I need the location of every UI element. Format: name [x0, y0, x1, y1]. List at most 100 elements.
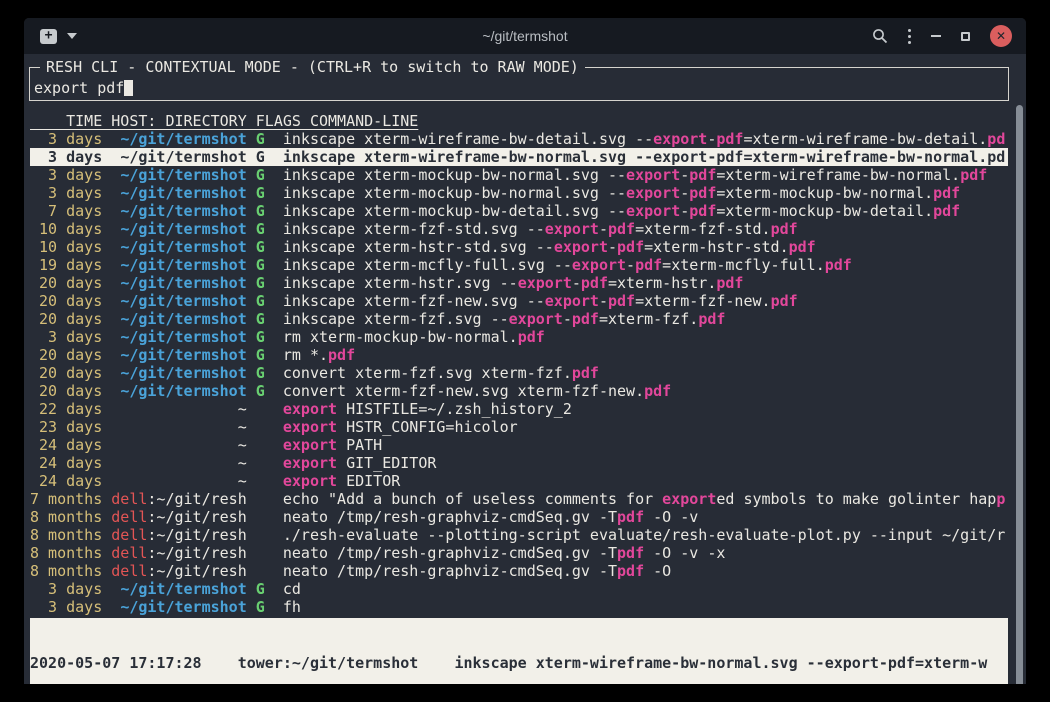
history-row[interactable]: 3 days ~/git/termshot G inkscape xterm-m…	[30, 166, 1008, 184]
row-time: 8 months	[30, 544, 102, 562]
history-row[interactable]: 24 days ~ export GIT_EDITOR	[30, 454, 1008, 472]
row-time: 24 days	[30, 454, 102, 472]
history-row[interactable]: 3 days ~/git/termshot G cd	[30, 580, 1008, 598]
row-command: inkscape xterm-wireframe-bw-detail.svg -…	[283, 130, 1005, 148]
row-command: inkscape xterm-mockup-bw-normal.svg --ex…	[283, 166, 987, 184]
row-directory: ~/git/termshot	[120, 346, 246, 364]
row-directory: ~/git/termshot	[120, 220, 246, 238]
history-row[interactable]: 10 days ~/git/termshot G inkscape xterm-…	[30, 220, 1008, 238]
row-time: 23 days	[30, 418, 102, 436]
row-time: 3 days	[30, 130, 102, 148]
row-directory: :~/git/resh	[147, 490, 246, 508]
row-time: 20 days	[30, 310, 102, 328]
row-flags: G	[256, 580, 265, 598]
scrollbar[interactable]	[1016, 105, 1023, 684]
row-directory: ~	[238, 400, 247, 418]
history-row[interactable]: 23 days ~ export HSTR_CONFIG=hicolor	[30, 418, 1008, 436]
row-command: rm xterm-mockup-bw-normal.pdf	[283, 328, 545, 346]
row-flags: G	[256, 184, 265, 202]
history-row[interactable]: 19 days ~/git/termshot G inkscape xterm-…	[30, 256, 1008, 274]
row-command: inkscape xterm-fzf.svg --export-pdf=xter…	[283, 310, 726, 328]
row-command: convert xterm-fzf-new.svg xterm-fzf-new.…	[283, 382, 671, 400]
row-command: inkscape xterm-mockup-bw-normal.svg --ex…	[283, 184, 960, 202]
row-time: 19 days	[30, 256, 102, 274]
row-directory: :~/git/resh	[147, 526, 246, 544]
row-directory: ~/git/termshot	[120, 238, 246, 256]
row-directory: ~/git/termshot	[120, 184, 246, 202]
row-time: 3 days	[30, 580, 102, 598]
row-flags	[256, 454, 265, 472]
row-directory: ~/git/termshot	[120, 382, 246, 400]
close-button[interactable]: ✕	[990, 25, 1012, 47]
row-directory: ~/git/termshot	[120, 130, 246, 148]
row-directory: ~/git/termshot	[120, 598, 246, 616]
row-command: convert xterm-fzf.svg xterm-fzf.pdf	[283, 364, 599, 382]
history-row[interactable]: 20 days ~/git/termshot G convert xterm-f…	[30, 382, 1008, 400]
row-flags: G	[256, 346, 265, 364]
history-row[interactable]: 24 days ~ export EDITOR	[30, 472, 1008, 490]
chevron-down-icon[interactable]	[67, 33, 77, 39]
row-time: 22 days	[30, 400, 102, 418]
search-input[interactable]: export pdf	[34, 79, 133, 97]
row-time: 10 days	[30, 220, 102, 238]
row-host: dell	[111, 544, 147, 562]
row-time: 10 days	[30, 238, 102, 256]
row-directory: :~/git/resh	[147, 508, 246, 526]
history-row[interactable]: 7 days ~/git/termshot G inkscape xterm-m…	[30, 202, 1008, 220]
history-row[interactable]: 7 months dell:~/git/resh echo "Add a bun…	[30, 490, 1008, 508]
history-row[interactable]: 3 days ~/git/termshot G inkscape xterm-w…	[30, 130, 1008, 148]
row-host: dell	[111, 490, 147, 508]
row-flags	[256, 526, 265, 544]
history-row[interactable]: 8 months dell:~/git/resh neato /tmp/resh…	[30, 544, 1008, 562]
history-row[interactable]: 8 months dell:~/git/resh neato /tmp/resh…	[30, 562, 1008, 580]
search-icon[interactable]	[872, 28, 888, 44]
row-time: 24 days	[30, 472, 102, 490]
history-row[interactable]: 10 days ~/git/termshot G inkscape xterm-…	[30, 238, 1008, 256]
history-row[interactable]: 20 days ~/git/termshot G convert xterm-f…	[30, 364, 1008, 382]
history-row[interactable]: 20 days ~/git/termshot G inkscape xterm-…	[30, 274, 1008, 292]
minimize-button[interactable]	[931, 35, 941, 37]
row-time: 3 days	[30, 148, 102, 166]
new-tab-button[interactable]: +	[40, 29, 57, 44]
row-command: inkscape xterm-mcfly-full.svg --export-p…	[283, 256, 852, 274]
row-time: 8 months	[30, 526, 102, 544]
row-flags: G	[256, 310, 265, 328]
history-row[interactable]: 20 days ~/git/termshot G inkscape xterm-…	[30, 310, 1008, 328]
row-command: cd	[283, 580, 301, 598]
history-row[interactable]: 20 days ~/git/termshot G rm *.pdf	[30, 346, 1008, 364]
row-flags	[256, 544, 265, 562]
row-directory: ~/git/termshot	[120, 580, 246, 598]
row-flags: G	[256, 166, 265, 184]
restore-button[interactable]	[961, 32, 970, 41]
row-flags: G	[256, 598, 265, 616]
row-host: dell	[111, 508, 147, 526]
history-row[interactable]: 3 days ~/git/termshot G rm xterm-mockup-…	[30, 328, 1008, 346]
history-row[interactable]: 20 days ~/git/termshot G inkscape xterm-…	[30, 292, 1008, 310]
row-flags: G	[256, 364, 265, 382]
row-command: neato /tmp/resh-graphviz-cmdSeq.gv -Tpdf…	[283, 562, 671, 580]
row-flags: G	[256, 148, 265, 166]
row-command: inkscape xterm-hstr.svg --export-pdf=xte…	[283, 274, 744, 292]
row-directory: ~	[238, 436, 247, 454]
menu-kebab-icon[interactable]	[908, 29, 911, 44]
history-row[interactable]: 22 days ~ export HISTFILE=~/.zsh_history…	[30, 400, 1008, 418]
row-directory: ~/git/termshot	[120, 166, 246, 184]
history-row[interactable]: 8 months dell:~/git/resh ./resh-evaluate…	[30, 526, 1008, 544]
row-command: inkscape xterm-fzf-std.svg --export-pdf=…	[283, 220, 798, 238]
row-command: export EDITOR	[283, 472, 400, 490]
history-row[interactable]: 3 days ~/git/termshot G fh	[30, 598, 1008, 616]
row-directory: :~/git/resh	[147, 544, 246, 562]
row-command: inkscape xterm-mockup-bw-detail.svg --ex…	[283, 202, 960, 220]
terminal-window: + ~/git/termshot ✕ RESH CLI - CONTEXTUAL…	[24, 18, 1026, 684]
status-bar: 2020-05-07 17:17:28 tower:~/git/termshot…	[30, 618, 1008, 684]
history-row[interactable]: 3 days ~/git/termshot G inkscape xterm-w…	[30, 148, 1008, 166]
history-row[interactable]: 3 days ~/git/termshot G inkscape xterm-m…	[30, 184, 1008, 202]
row-flags	[256, 508, 265, 526]
row-command: ./resh-evaluate --plotting-script evalua…	[283, 526, 1005, 544]
row-command: inkscape xterm-wireframe-bw-normal.svg -…	[283, 148, 1005, 166]
history-row[interactable]: 8 months dell:~/git/resh neato /tmp/resh…	[30, 508, 1008, 526]
row-command: rm *.pdf	[283, 346, 355, 364]
row-time: 20 days	[30, 346, 102, 364]
row-time: 7 days	[30, 202, 102, 220]
history-row[interactable]: 24 days ~ export PATH	[30, 436, 1008, 454]
